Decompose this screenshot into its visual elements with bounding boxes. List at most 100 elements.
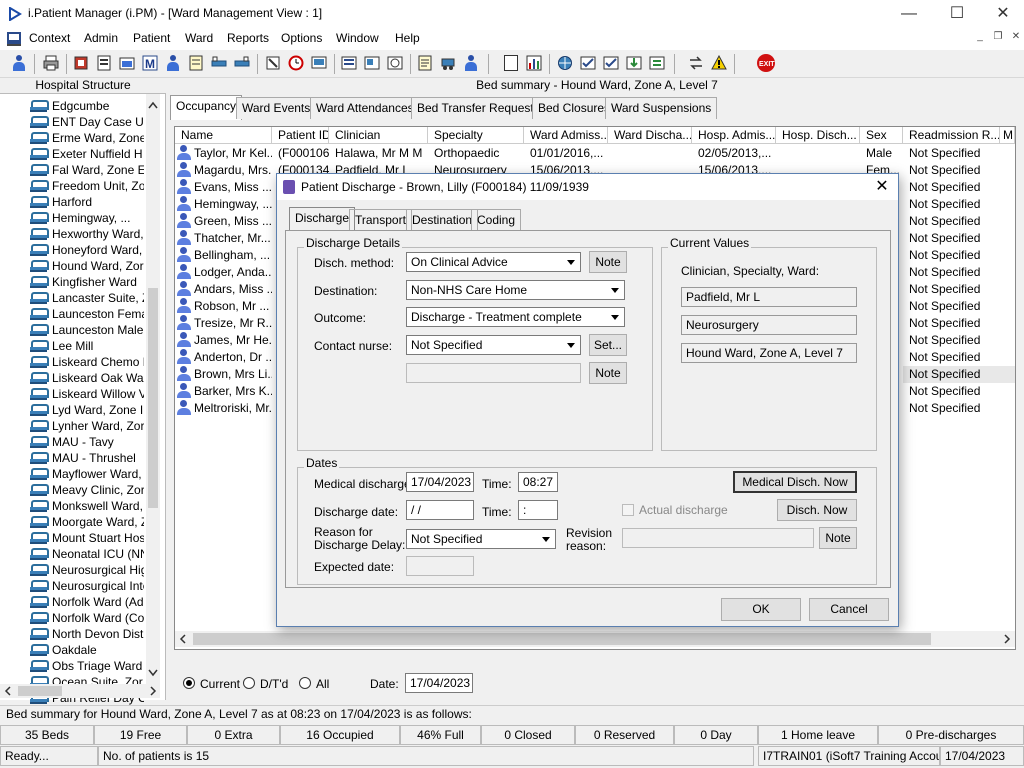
ward-item[interactable]: Kingfisher Ward	[30, 275, 144, 291]
cell-name[interactable]: Brown, Mrs Li...	[177, 366, 272, 383]
toolbar-m-icon[interactable]: M	[139, 52, 161, 74]
col-clinician[interactable]: Clinician	[329, 127, 428, 144]
nurse-note-button[interactable]: Note	[589, 362, 627, 384]
toolbar-doc-list-icon[interactable]	[361, 52, 383, 74]
radio-current-label[interactable]: Current	[200, 677, 240, 691]
cell-readm[interactable]: Not Specified	[909, 264, 1000, 281]
menu-admin[interactable]: Admin	[84, 31, 118, 45]
cell-readm[interactable]: Not Specified	[909, 179, 1000, 196]
toolbar-download-icon[interactable]	[623, 52, 645, 74]
col-readmission-reason[interactable]: Readmission R...	[903, 127, 1000, 144]
ward-item[interactable]: MAU - Tavy	[30, 435, 144, 451]
ward-item[interactable]: Neonatal ICU (NN	[30, 547, 144, 563]
cell-readm[interactable]: Not Specified	[909, 298, 1000, 315]
scroll-right-icon[interactable]	[148, 686, 158, 696]
toolbar-chart-icon[interactable]	[523, 52, 545, 74]
cell-sex[interactable]: Male	[866, 145, 903, 162]
revision-note-button[interactable]: Note	[819, 527, 857, 549]
reason-delay-select[interactable]: Not Specified	[406, 529, 556, 549]
ward-item[interactable]: Hexworthy Ward,	[30, 227, 144, 243]
scroll-down-icon[interactable]	[147, 668, 159, 678]
tab-ward-events[interactable]: Ward Events	[236, 97, 317, 119]
method-note-button[interactable]: Note	[589, 251, 627, 273]
medical-discharge-date[interactable]: 17/04/2023	[406, 472, 474, 492]
dialog-close-button[interactable]: ✕	[871, 176, 893, 198]
cell-name[interactable]: James, Mr He...	[177, 332, 272, 349]
toolbar-screen-icon[interactable]	[308, 52, 330, 74]
dialog-tab-discharge[interactable]: Discharge	[289, 207, 356, 230]
ward-item[interactable]: Moorgate Ward, Z	[30, 515, 144, 531]
mdi-restore-button[interactable]: ❐	[990, 31, 1006, 45]
ward-item[interactable]: Mount Stuart Hos	[30, 531, 144, 547]
toolbar-validate-icon[interactable]	[600, 52, 622, 74]
tab-bed-transfer-requests[interactable]: Bed Transfer Requests	[411, 97, 546, 119]
toolbar-casenotes-icon[interactable]	[93, 52, 115, 74]
ward-item[interactable]: Mayflower Ward,	[30, 467, 144, 483]
toolbar-notes-icon[interactable]	[185, 52, 207, 74]
scroll-left-icon[interactable]	[3, 686, 13, 696]
ward-item[interactable]: Honeyford Ward,	[30, 243, 144, 259]
cell-clinician[interactable]: Halawa, Mr M M	[335, 145, 428, 162]
cell-readm[interactable]: Not Specified	[909, 196, 1000, 213]
cell-name[interactable]: Bellingham, ...	[177, 247, 272, 264]
ward-item[interactable]: Neurosurgical Inte	[30, 579, 144, 595]
cell-readm[interactable]: Not Specified	[909, 383, 1000, 400]
cell-readm[interactable]: Not Specified	[909, 332, 1000, 349]
menu-reports[interactable]: Reports	[227, 31, 269, 45]
medical-disch-now-button[interactable]: Medical Disch. Now	[733, 471, 857, 493]
cell-readm[interactable]: Not Specified	[909, 162, 1000, 179]
toolbar-cancel-icon[interactable]	[262, 52, 284, 74]
col-more[interactable]: M	[1000, 127, 1015, 144]
dialog-tab-transport[interactable]: Transport	[349, 209, 412, 230]
filter-date-input[interactable]: 17/04/2023	[405, 673, 473, 693]
toolbar-print-icon[interactable]	[40, 52, 62, 74]
ok-button[interactable]: OK	[721, 598, 801, 621]
tab-bed-closures[interactable]: Bed Closures	[532, 97, 617, 119]
cell-readm[interactable]: Not Specified	[909, 400, 1000, 417]
toolbar-exit-icon[interactable]: EXIT	[755, 52, 777, 74]
cancel-button[interactable]: Cancel	[809, 598, 889, 621]
ward-item[interactable]: Launceston Fema	[30, 307, 144, 323]
ward-item[interactable]: Fal Ward, Zone E	[30, 163, 144, 179]
toolbar-sync-icon[interactable]	[646, 52, 668, 74]
cell-readm[interactable]: Not Specified	[909, 230, 1000, 247]
outcome-select[interactable]: Discharge - Treatment complete	[406, 307, 625, 327]
cell-name[interactable]: Anderton, Dr ...	[177, 349, 272, 366]
radio-all-label[interactable]: All	[316, 677, 329, 691]
ward-item[interactable]: Freedom Unit, Zo	[30, 179, 144, 195]
dialog-tab-destination[interactable]: Destination	[406, 209, 479, 230]
ward-item[interactable]: Erme Ward, Zone	[30, 131, 144, 147]
cell-name[interactable]: Thatcher, Mr...	[177, 230, 272, 247]
cell-id[interactable]: (F000106)	[278, 145, 329, 162]
toolbar-patient-icon[interactable]	[8, 52, 30, 74]
cell-ward-adm[interactable]: 01/01/2016,...	[530, 145, 608, 162]
col-name[interactable]: Name	[175, 127, 272, 144]
cell-name[interactable]: Meltroriski, Mr...	[177, 400, 272, 417]
toolbar-ward-icon[interactable]	[208, 52, 230, 74]
chevron-down-icon[interactable]	[608, 310, 622, 324]
radio-dtd-label[interactable]: D/T'd	[260, 677, 288, 691]
toolbar-folder-icon[interactable]	[116, 52, 138, 74]
tab-occupancy[interactable]: Occupancy	[170, 95, 243, 120]
toolbar-document-icon[interactable]	[500, 52, 522, 74]
chevron-down-icon[interactable]	[564, 255, 578, 269]
ward-item[interactable]: Liskeard Chemo D	[30, 355, 144, 371]
ward-item[interactable]: Norfolk Ward (Co	[30, 611, 144, 627]
toolbar-timer-icon[interactable]	[384, 52, 406, 74]
ward-item[interactable]: Launceston Male	[30, 323, 144, 339]
ward-item[interactable]: ENT Day Case U	[30, 115, 144, 131]
tab-ward-suspensions[interactable]: Ward Suspensions	[605, 97, 718, 119]
toolbar-transport-icon[interactable]	[437, 52, 459, 74]
cell-name[interactable]: Hemingway, ...	[177, 196, 272, 213]
cell-readm[interactable]: Not Specified	[909, 213, 1000, 230]
cell-name[interactable]: Magardu, Mrs...	[177, 162, 272, 179]
ward-list-vscroll-thumb[interactable]	[148, 288, 158, 508]
close-button[interactable]: ✕	[980, 0, 1024, 28]
medical-discharge-time[interactable]: 08:27	[518, 472, 558, 492]
ward-item[interactable]: North Devon Dist	[30, 627, 144, 643]
mdi-close-button[interactable]: ✕	[1008, 31, 1024, 45]
grid-scroll-right-icon[interactable]	[1002, 634, 1012, 644]
dialog-tab-coding[interactable]: Coding	[471, 209, 522, 230]
mdi-minimize-button[interactable]: _	[972, 31, 988, 45]
radio-current[interactable]	[183, 677, 195, 689]
